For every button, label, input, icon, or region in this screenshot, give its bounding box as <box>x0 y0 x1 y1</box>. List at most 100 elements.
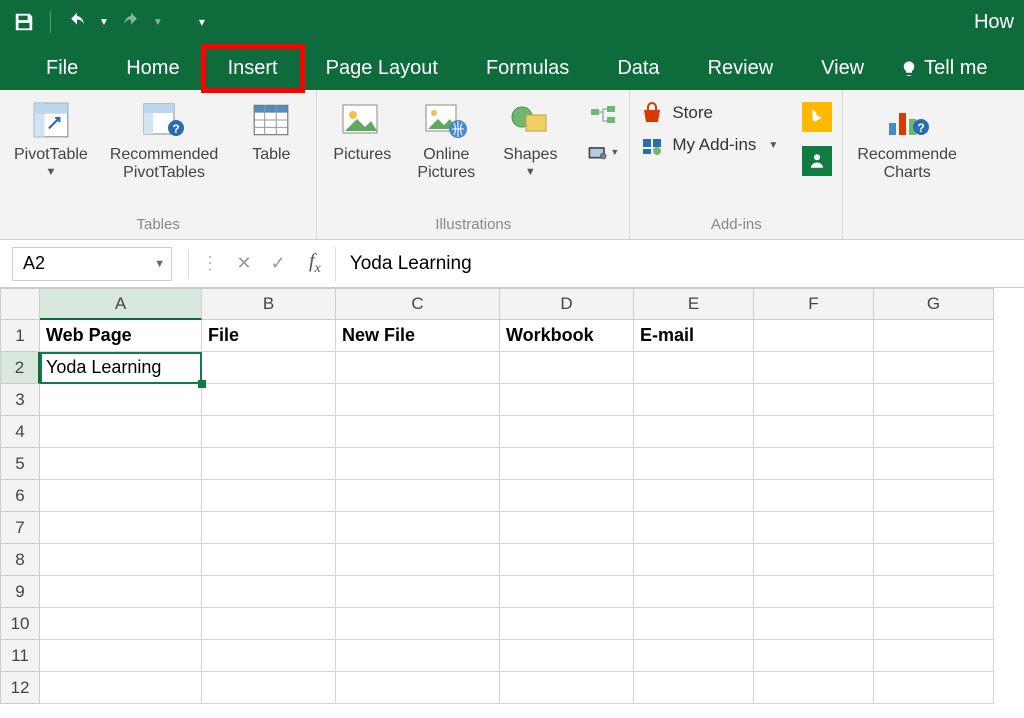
cell-B8[interactable] <box>202 544 336 576</box>
cell-B3[interactable] <box>202 384 336 416</box>
col-header-A[interactable]: A <box>40 288 202 320</box>
cell-C2[interactable] <box>336 352 500 384</box>
cell-E10[interactable] <box>634 608 754 640</box>
save-icon[interactable] <box>10 8 38 36</box>
tell-me-search[interactable]: Tell me <box>888 47 999 90</box>
row-header-9[interactable]: 9 <box>0 576 40 608</box>
cell-E2[interactable] <box>634 352 754 384</box>
cell-G10[interactable] <box>874 608 994 640</box>
cell-A8[interactable] <box>40 544 202 576</box>
store-button[interactable]: Store <box>640 102 713 124</box>
cell-E1[interactable]: E-mail <box>634 320 754 352</box>
tab-view[interactable]: View <box>797 47 888 90</box>
row-header-10[interactable]: 10 <box>0 608 40 640</box>
cell-G9[interactable] <box>874 576 994 608</box>
cell-A1[interactable]: Web Page <box>40 320 202 352</box>
cell-A12[interactable] <box>40 672 202 704</box>
cancel-icon[interactable]: ✕ <box>227 247 261 281</box>
cell-A6[interactable] <box>40 480 202 512</box>
cell-A3[interactable] <box>40 384 202 416</box>
redo-dropdown-icon[interactable]: ▼ <box>153 17 163 28</box>
tab-review[interactable]: Review <box>684 47 798 90</box>
cell-A4[interactable] <box>40 416 202 448</box>
cell-C7[interactable] <box>336 512 500 544</box>
cell-G5[interactable] <box>874 448 994 480</box>
cell-A9[interactable] <box>40 576 202 608</box>
cell-B5[interactable] <box>202 448 336 480</box>
cell-C8[interactable] <box>336 544 500 576</box>
cell-D6[interactable] <box>500 480 634 512</box>
cell-E9[interactable] <box>634 576 754 608</box>
col-header-D[interactable]: D <box>500 288 634 320</box>
cell-G12[interactable] <box>874 672 994 704</box>
tab-data[interactable]: Data <box>593 47 683 90</box>
pictures-button[interactable]: Pictures <box>327 96 397 166</box>
name-box[interactable]: A2 ▼ <box>12 247 172 281</box>
cell-C4[interactable] <box>336 416 500 448</box>
cell-B1[interactable]: File <box>202 320 336 352</box>
row-header-12[interactable]: 12 <box>0 672 40 704</box>
cell-E8[interactable] <box>634 544 754 576</box>
cell-C3[interactable] <box>336 384 500 416</box>
cell-D1[interactable]: Workbook <box>500 320 634 352</box>
cell-C6[interactable] <box>336 480 500 512</box>
row-header-8[interactable]: 8 <box>0 544 40 576</box>
cell-B11[interactable] <box>202 640 336 672</box>
cell-F8[interactable] <box>754 544 874 576</box>
cell-D7[interactable] <box>500 512 634 544</box>
recommended-charts-button[interactable]: ? RecommendeCharts <box>853 96 961 185</box>
select-all-corner[interactable] <box>0 288 40 320</box>
col-header-E[interactable]: E <box>634 288 754 320</box>
cell-F2[interactable] <box>754 352 874 384</box>
cell-A11[interactable] <box>40 640 202 672</box>
cell-D8[interactable] <box>500 544 634 576</box>
cell-D4[interactable] <box>500 416 634 448</box>
cell-A5[interactable] <box>40 448 202 480</box>
cell-E4[interactable] <box>634 416 754 448</box>
row-header-4[interactable]: 4 <box>0 416 40 448</box>
cell-F5[interactable] <box>754 448 874 480</box>
cell-C9[interactable] <box>336 576 500 608</box>
cell-D12[interactable] <box>500 672 634 704</box>
chevron-down-icon[interactable]: ▼ <box>154 258 165 270</box>
cell-G1[interactable] <box>874 320 994 352</box>
tab-page-layout[interactable]: Page Layout <box>302 47 462 90</box>
row-header-2[interactable]: 2 <box>0 352 40 384</box>
formula-options-icon[interactable]: ⋮ <box>193 247 227 281</box>
cell-A2[interactable]: Yoda Learning <box>40 352 202 384</box>
cell-C12[interactable] <box>336 672 500 704</box>
cell-E6[interactable] <box>634 480 754 512</box>
cell-F6[interactable] <box>754 480 874 512</box>
cell-D2[interactable] <box>500 352 634 384</box>
tab-formulas[interactable]: Formulas <box>462 47 593 90</box>
cell-G2[interactable] <box>874 352 994 384</box>
redo-icon[interactable] <box>117 8 145 36</box>
shapes-button[interactable]: Shapes ▼ <box>495 96 565 180</box>
row-header-11[interactable]: 11 <box>0 640 40 672</box>
cell-D3[interactable] <box>500 384 634 416</box>
fx-icon[interactable]: fx <box>309 250 321 277</box>
online-pictures-button[interactable]: OnlinePictures <box>411 96 481 185</box>
cell-C11[interactable] <box>336 640 500 672</box>
cell-E12[interactable] <box>634 672 754 704</box>
cell-F3[interactable] <box>754 384 874 416</box>
my-addins-button[interactable]: My Add-ins ▼ <box>640 134 778 156</box>
formula-input[interactable]: Yoda Learning <box>335 247 1024 281</box>
tab-home[interactable]: Home <box>102 47 203 90</box>
cell-E5[interactable] <box>634 448 754 480</box>
cell-G11[interactable] <box>874 640 994 672</box>
undo-icon[interactable] <box>63 8 91 36</box>
cell-B12[interactable] <box>202 672 336 704</box>
row-header-3[interactable]: 3 <box>0 384 40 416</box>
cell-F11[interactable] <box>754 640 874 672</box>
cell-E3[interactable] <box>634 384 754 416</box>
cell-D10[interactable] <box>500 608 634 640</box>
row-header-7[interactable]: 7 <box>0 512 40 544</box>
cell-C5[interactable] <box>336 448 500 480</box>
enter-icon[interactable]: ✓ <box>261 247 295 281</box>
table-button[interactable]: Table <box>236 96 306 166</box>
col-header-F[interactable]: F <box>754 288 874 320</box>
cell-D11[interactable] <box>500 640 634 672</box>
col-header-G[interactable]: G <box>874 288 994 320</box>
cell-G3[interactable] <box>874 384 994 416</box>
